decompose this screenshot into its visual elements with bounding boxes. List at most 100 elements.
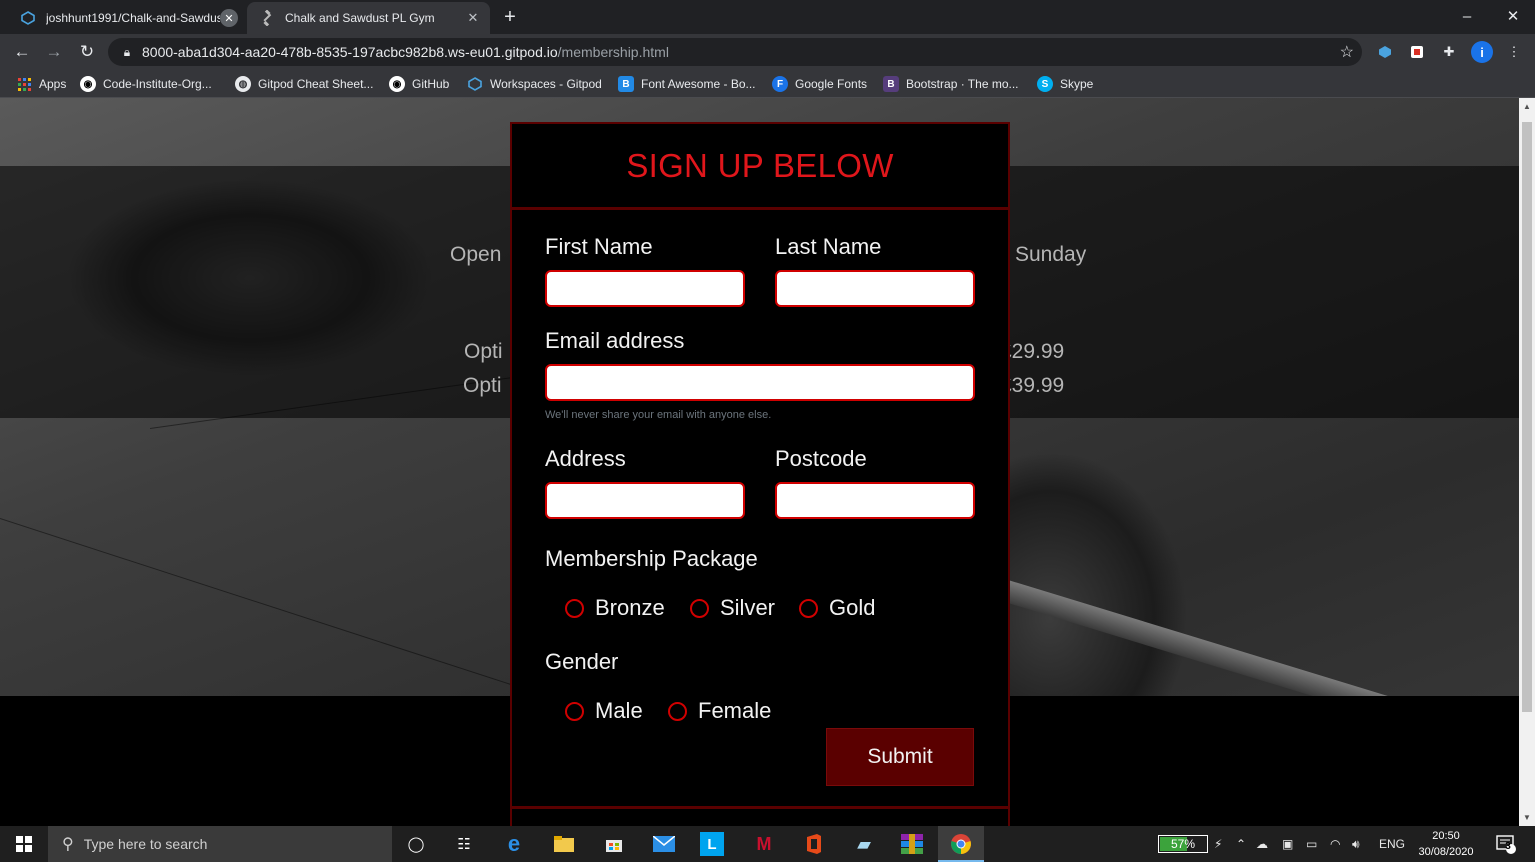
last-name-label: Last Name <box>775 234 882 259</box>
edge-icon[interactable]: e <box>500 830 528 858</box>
address-label: Address <box>545 446 626 471</box>
male-label: Male <box>595 698 643 723</box>
url-host: 8000-aba1d304-aa20-478b-8535-197acbc982b… <box>142 44 558 60</box>
close-window-button[interactable]: ✕ <box>1498 4 1528 28</box>
bookmark-bootstrap[interactable]: B Bootstrap · The mo... <box>883 75 1019 93</box>
bookmark-label: Apps <box>39 77 67 91</box>
close-tab-icon[interactable]: ✕ <box>220 9 238 27</box>
bookmark-code-institute[interactable]: ◉ Code-Institute-Org... <box>80 75 212 93</box>
cortana-icon[interactable]: ◯ <box>402 830 430 858</box>
bookmark-label: Bootstrap · The mo... <box>906 77 1019 91</box>
forward-arrow-icon[interactable]: → <box>42 40 66 64</box>
option-one-text-start: Opti <box>464 340 503 363</box>
membership-gold-option[interactable]: Gold <box>799 595 875 621</box>
gitpod-extension-icon[interactable] <box>1374 41 1396 63</box>
male-radio[interactable] <box>565 701 584 721</box>
profile-avatar[interactable]: i <box>1471 41 1493 63</box>
windows-start-icon[interactable] <box>0 826 48 862</box>
taskbar-clock[interactable]: 20:50 30/08/2020 <box>1410 828 1482 860</box>
puzzle-extensions-icon[interactable]: ✚ <box>1438 41 1460 63</box>
new-tab-button[interactable]: + <box>498 5 522 29</box>
windows-taskbar: ⚲ Type here to search ◯ ☷ e L M ▰ 57% ⚡︎… <box>0 826 1535 862</box>
tab-chalk-and-sawdust[interactable]: Chalk and Sawdust PL Gym ✕ <box>247 2 490 34</box>
notes-app-icon[interactable]: ▰ <box>850 830 878 858</box>
browser-toolbar: ← → ↻ 🔒︎ 8000-aba1d304-aa20-478b-8535-19… <box>0 34 1535 70</box>
female-label: Female <box>698 698 772 723</box>
mcafee-icon[interactable]: M <box>750 830 778 858</box>
bronze-radio[interactable] <box>565 598 584 618</box>
gender-male-option[interactable]: Male <box>565 698 643 724</box>
gold-label: Gold <box>829 595 876 620</box>
reload-icon[interactable]: ↻ <box>75 40 99 64</box>
scrollbar-thumb[interactable] <box>1522 122 1532 712</box>
bookmark-label: Code-Institute-Org... <box>103 77 212 91</box>
bookmark-apps[interactable]: Apps <box>16 75 66 93</box>
bookmark-skype[interactable]: S Skype <box>1037 75 1093 93</box>
option-two-text-start: Opti <box>463 374 502 397</box>
tab-title: Chalk and Sawdust PL Gym <box>285 11 435 25</box>
last-name-input[interactable] <box>775 270 975 307</box>
file-explorer-icon[interactable] <box>550 830 578 858</box>
membership-package-label: Membership Package <box>545 546 758 571</box>
store-icon[interactable] <box>600 830 628 858</box>
gender-female-option[interactable]: Female <box>668 698 771 724</box>
extension-icon[interactable] <box>1406 41 1428 63</box>
chrome-icon[interactable] <box>947 830 975 858</box>
power-plug-icon[interactable]: ⚡︎ <box>1214 826 1222 862</box>
signup-modal: SIGN UP BELOW First Name Last Name Email… <box>510 122 1010 832</box>
taskbar-search-box[interactable]: ⚲ Type here to search <box>48 826 392 862</box>
bookmark-github[interactable]: ◉ GitHub <box>389 75 449 93</box>
wifi-icon[interactable]: ◠ <box>1330 826 1340 862</box>
bookmark-workspaces-gitpod[interactable]: Workspaces - Gitpod <box>467 75 602 93</box>
onedrive-cloud-icon[interactable]: ☁ <box>1256 826 1268 862</box>
url-path: /membership.html <box>557 44 669 60</box>
mail-icon[interactable] <box>650 830 678 858</box>
membership-silver-option[interactable]: Silver <box>690 595 775 621</box>
bronze-label: Bronze <box>595 595 665 620</box>
first-name-label: First Name <box>545 234 653 259</box>
tab-title: joshhunt1991/Chalk-and-Sawdust <box>46 11 220 25</box>
address-bar[interactable]: 🔒︎ 8000-aba1d304-aa20-478b-8535-197acbc9… <box>108 38 1362 66</box>
page-scrollbar[interactable]: ▲ ▼ <box>1519 98 1535 826</box>
gold-radio[interactable] <box>799 598 818 618</box>
language-indicator[interactable]: ENG <box>1379 826 1405 862</box>
email-input[interactable] <box>545 364 975 401</box>
battery-tray-icon[interactable]: ▭ <box>1306 826 1317 862</box>
submit-button[interactable]: Submit <box>826 728 974 786</box>
email-help-text: We'll never share your email with anyone… <box>545 409 772 421</box>
tab-github-repo[interactable]: joshhunt1991/Chalk-and-Sawdust ✕ <box>8 2 246 34</box>
bookmark-font-awesome[interactable]: B Font Awesome - Bo... <box>618 75 756 93</box>
bootstrap-icon: B <box>883 76 899 92</box>
scroll-down-arrow-icon[interactable]: ▼ <box>1523 813 1531 822</box>
security-icon[interactable]: ▣ <box>1282 826 1293 862</box>
postcode-input[interactable] <box>775 482 975 519</box>
address-input[interactable] <box>545 482 745 519</box>
silver-radio[interactable] <box>690 598 709 618</box>
female-radio[interactable] <box>668 701 687 721</box>
clock-time: 20:50 <box>1432 830 1460 842</box>
menu-kebab-icon[interactable]: ⋮ <box>1503 41 1525 63</box>
bookmark-gitpod-cheat-sheet[interactable]: ◍ Gitpod Cheat Sheet... <box>235 75 373 93</box>
bookmark-google-fonts[interactable]: F Google Fonts <box>772 75 867 93</box>
volume-icon[interactable]: 🔊︎ <box>1352 826 1360 862</box>
scroll-up-arrow-icon[interactable]: ▲ <box>1523 102 1531 111</box>
first-name-input[interactable] <box>545 270 745 307</box>
minimize-window-button[interactable]: – <box>1452 4 1482 28</box>
winrar-icon[interactable] <box>898 830 926 858</box>
search-placeholder: Type here to search <box>83 836 208 852</box>
google-fonts-icon: F <box>772 76 788 92</box>
back-arrow-icon[interactable]: ← <box>10 40 34 64</box>
membership-bronze-option[interactable]: Bronze <box>565 595 665 621</box>
task-view-icon[interactable]: ☷ <box>450 830 478 858</box>
battery-indicator[interactable]: 57% <box>1158 835 1208 853</box>
close-tab-icon[interactable]: ✕ <box>464 9 482 27</box>
office-icon[interactable] <box>800 830 828 858</box>
modal-footer-divider <box>512 806 1008 809</box>
bookmark-star-icon[interactable]: ☆ <box>1340 42 1354 62</box>
show-hidden-icons-chevron-icon[interactable]: ⌃ <box>1236 826 1246 862</box>
bookmark-label: Gitpod Cheat Sheet... <box>258 77 374 91</box>
notifications-icon[interactable]: 3 <box>1492 830 1520 858</box>
battery-percent: 57% <box>1170 837 1196 851</box>
bookmark-label: GitHub <box>412 77 450 91</box>
app-l-icon[interactable]: L <box>700 832 724 856</box>
